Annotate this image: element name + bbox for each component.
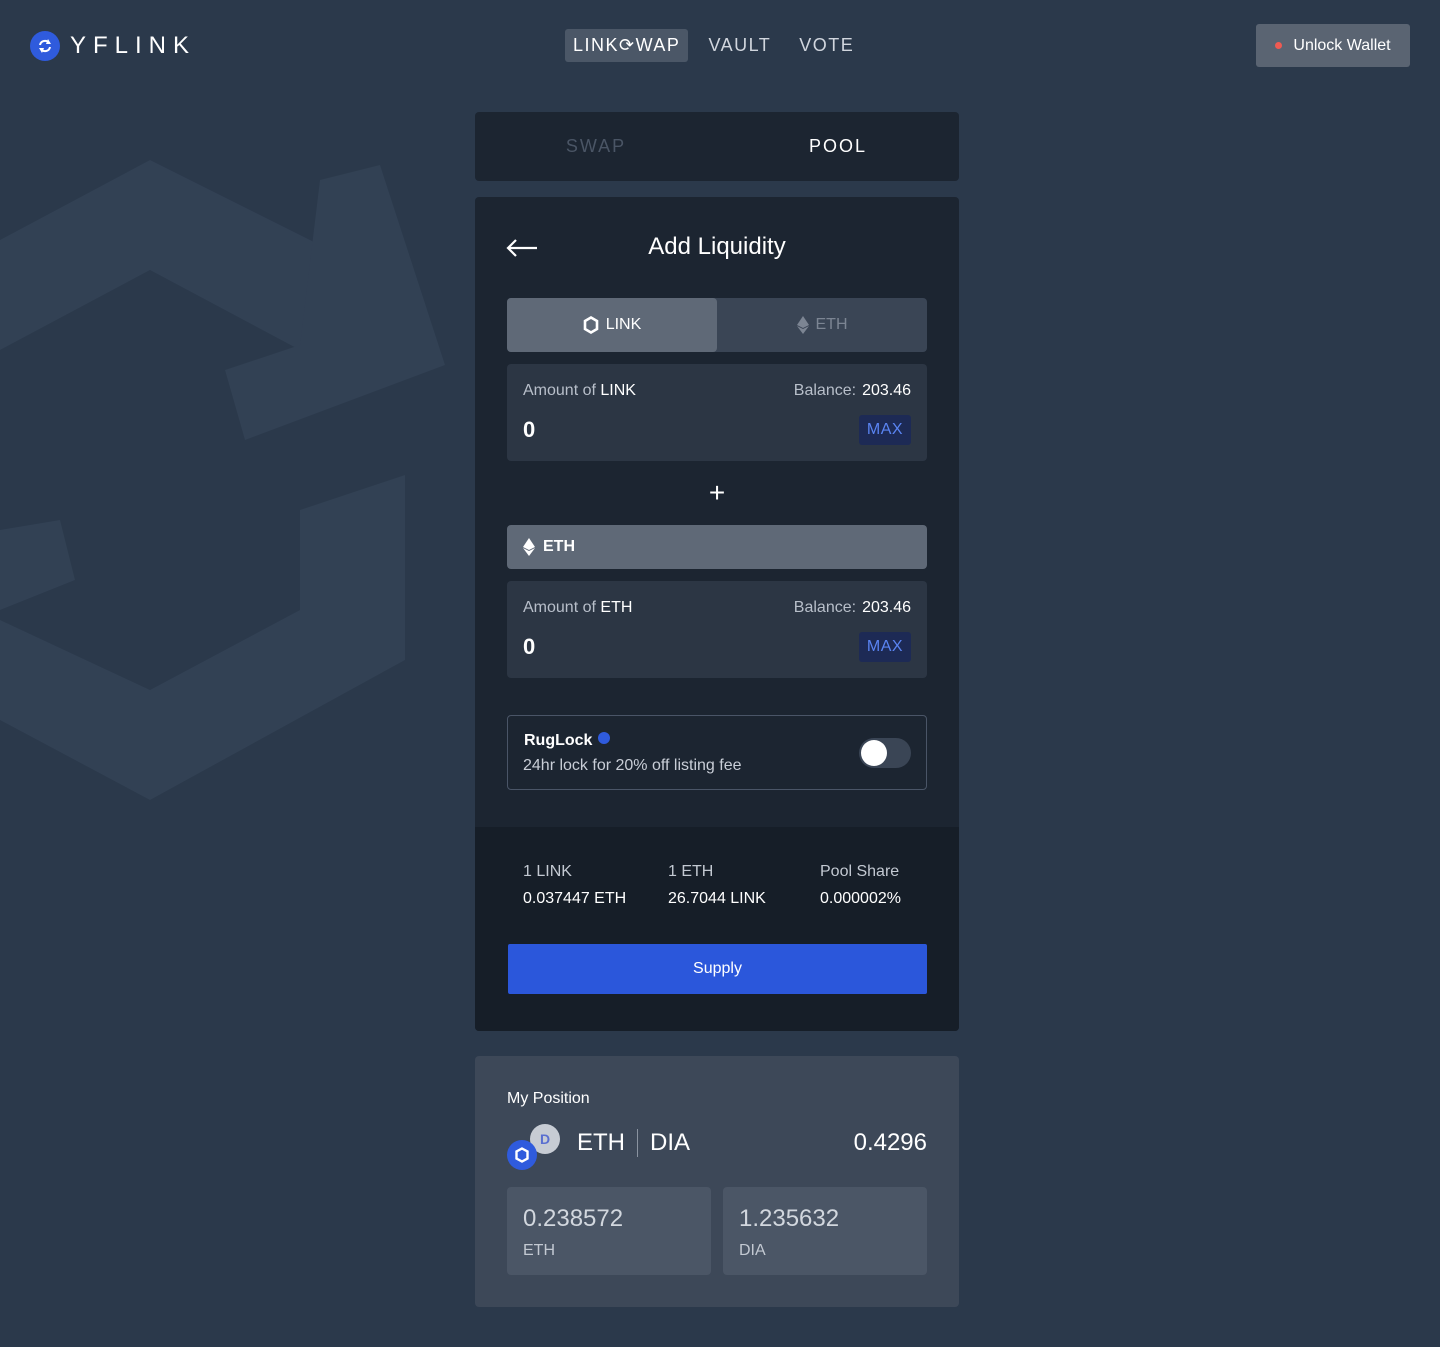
my-position-card: My Position D ETH DIA 0.4296 0.238572 ET… bbox=[475, 1056, 959, 1307]
eth-max-button[interactable]: MAX bbox=[859, 632, 911, 662]
ruglock-title: RugLock bbox=[524, 732, 593, 749]
nav-vote[interactable]: VOTE bbox=[791, 29, 862, 62]
link-amount-input[interactable]: 0 bbox=[523, 417, 535, 443]
link-balance: Balance: 203.46 bbox=[794, 382, 911, 400]
balance-label: Balance: bbox=[793, 382, 857, 399]
position-amount-value: 0.238572 bbox=[523, 1205, 624, 1232]
link-amount-box: Amount of LINK Balance: 203.46 0 MAX bbox=[507, 364, 927, 461]
toggle-link-label: LINK bbox=[605, 316, 642, 333]
unlock-wallet-button[interactable]: Unlock Wallet bbox=[1256, 24, 1410, 67]
wallet-status-dot bbox=[1275, 42, 1283, 49]
add-liquidity-card: Add Liquidity LINK ETH Amount of LINK Ba… bbox=[475, 197, 959, 1031]
eth-token-selector[interactable]: ETH bbox=[507, 525, 927, 569]
link-max-button[interactable]: MAX bbox=[859, 415, 911, 445]
main-nav: LINK⟳WAP VAULT VOTE bbox=[565, 29, 874, 62]
ruglock-option: RugLock 24hr lock for 20% off listing fe… bbox=[507, 715, 927, 790]
stat-value: 0.037447 ETH bbox=[523, 890, 627, 907]
position-pair: ETH DIA bbox=[577, 1129, 690, 1157]
ruglock-badge-icon bbox=[598, 732, 610, 744]
pair-token-b: DIA bbox=[650, 1129, 691, 1156]
price-stats-panel: 1 LINK 0.037447 ETH 1 ETH 26.7044 LINK P… bbox=[475, 827, 959, 1031]
stat-label: 1 ETH bbox=[668, 863, 714, 880]
unlock-wallet-label: Unlock Wallet bbox=[1293, 36, 1391, 54]
position-amount-value: 1.235632 bbox=[739, 1205, 840, 1232]
amount-label-prefix: Amount of bbox=[523, 382, 596, 399]
top-header: YFLINK LINK⟳WAP VAULT VOTE Unlock Wallet bbox=[0, 0, 1440, 92]
position-amount-eth: 0.238572 ETH bbox=[507, 1187, 711, 1275]
stat-label: 1 LINK bbox=[523, 863, 572, 880]
chainlink-icon bbox=[507, 1140, 537, 1170]
toggle-eth-label: ETH bbox=[815, 316, 848, 333]
eth-selector-label: ETH bbox=[543, 538, 575, 555]
supply-button[interactable]: Supply bbox=[508, 944, 927, 994]
tab-swap[interactable]: SWAP bbox=[475, 112, 717, 181]
eth-amount-input[interactable]: 0 bbox=[523, 634, 535, 660]
swap-pool-tabs: SWAP POOL bbox=[475, 112, 959, 181]
nav-linkswap[interactable]: LINK⟳WAP bbox=[565, 29, 689, 62]
position-title: My Position bbox=[507, 1090, 590, 1107]
position-amount-dia: 1.235632 DIA bbox=[723, 1187, 927, 1275]
ethereum-icon bbox=[523, 538, 535, 556]
ruglock-description: 24hr lock for 20% off listing fee bbox=[523, 757, 742, 774]
stat-pool-share: Pool Share 0.000002% bbox=[820, 863, 901, 908]
eth-amount-label: Amount of ETH bbox=[523, 599, 632, 617]
stat-label: Pool Share bbox=[820, 863, 900, 880]
pair-divider bbox=[637, 1129, 638, 1157]
eth-amount-box: Amount of ETH Balance: 203.46 0 MAX bbox=[507, 581, 927, 678]
stat-value: 0.000002% bbox=[820, 890, 901, 907]
ruglock-toggle[interactable] bbox=[859, 738, 911, 768]
card-header: Add Liquidity bbox=[475, 197, 959, 297]
link-amount-label: Amount of LINK bbox=[523, 382, 636, 400]
pair-token-a: ETH bbox=[577, 1129, 625, 1156]
sync-logo-icon bbox=[30, 31, 60, 61]
tab-pool[interactable]: POOL bbox=[717, 112, 959, 181]
ethereum-icon bbox=[796, 316, 809, 334]
stat-link-price: 1 LINK 0.037447 ETH bbox=[523, 863, 626, 908]
nav-vault[interactable]: VAULT bbox=[700, 29, 779, 62]
chainlink-icon bbox=[583, 316, 599, 334]
page-title: Add Liquidity bbox=[648, 233, 786, 260]
eth-balance: Balance: 203.46 bbox=[794, 599, 911, 617]
stat-eth-price: 1 ETH 26.7044 LINK bbox=[668, 863, 766, 908]
amount-label-prefix: Amount of bbox=[523, 599, 596, 616]
background-logo-watermark bbox=[0, 160, 445, 800]
balance-value: 203.46 bbox=[862, 599, 911, 616]
pair-icons: D bbox=[507, 1124, 563, 1170]
brand-logo[interactable]: YFLINK bbox=[30, 31, 196, 61]
position-amount-token: DIA bbox=[739, 1242, 766, 1259]
amount-label-token: LINK bbox=[600, 382, 636, 399]
plus-icon: + bbox=[708, 477, 726, 508]
balance-value: 203.46 bbox=[862, 382, 911, 399]
balance-label: Balance: bbox=[793, 599, 857, 616]
token-toggle: LINK ETH bbox=[507, 298, 927, 352]
toggle-knob bbox=[861, 740, 887, 766]
toggle-eth[interactable]: ETH bbox=[717, 298, 927, 352]
position-amount-token: ETH bbox=[523, 1242, 555, 1259]
toggle-link[interactable]: LINK bbox=[507, 298, 717, 352]
amount-label-token: ETH bbox=[600, 599, 633, 616]
brand-name: YFLINK bbox=[70, 32, 197, 59]
stat-value: 26.7044 LINK bbox=[668, 890, 766, 907]
position-total: 0.4296 bbox=[853, 1129, 927, 1156]
